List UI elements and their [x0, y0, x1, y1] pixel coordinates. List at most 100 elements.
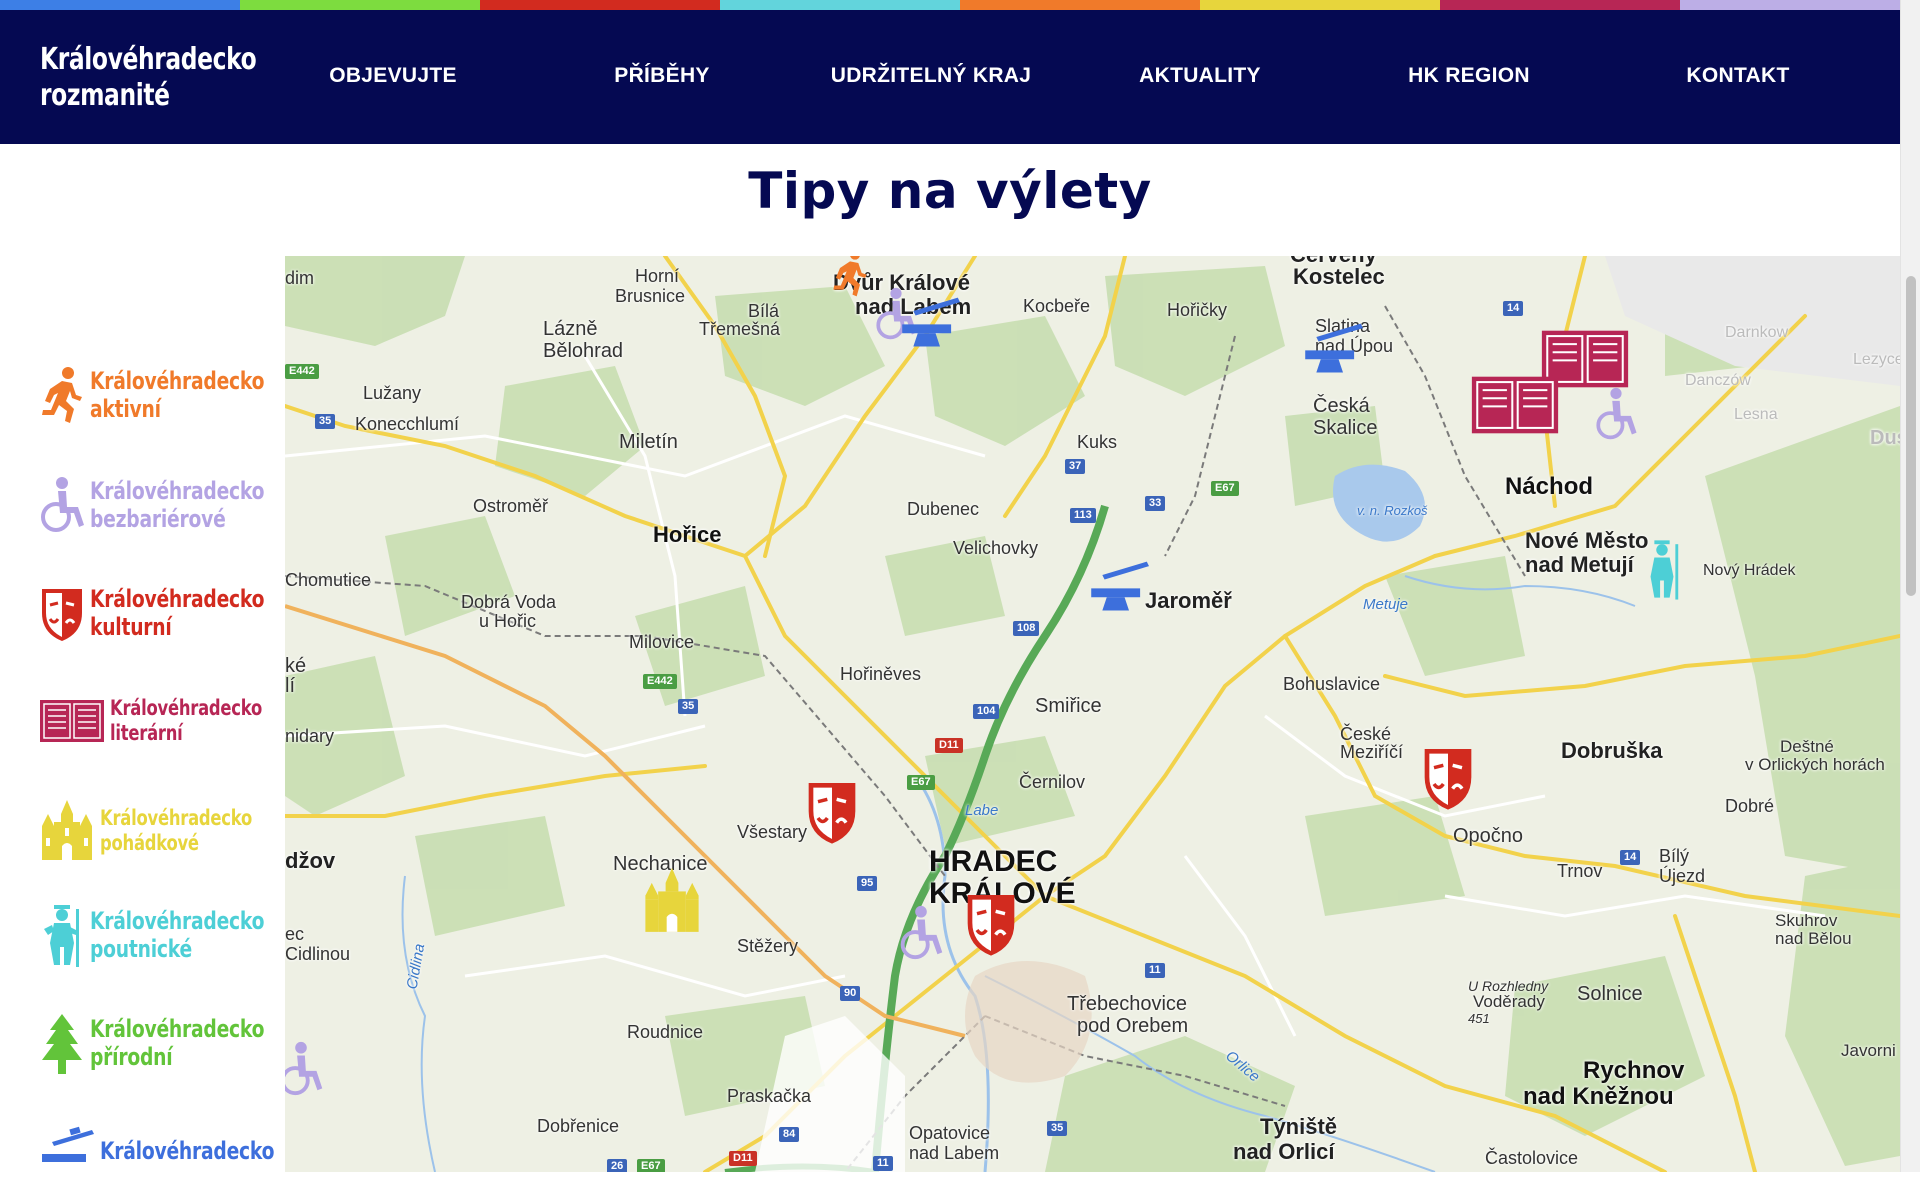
road-label: 95 [857, 876, 878, 891]
road-label: E67 [907, 775, 935, 790]
place-name: Bohuslavice [1283, 674, 1381, 694]
site-logo[interactable]: Královéhradecko rozmanité [40, 42, 257, 114]
nav-item-pribehy[interactable]: PŘÍBĚHY [614, 64, 709, 88]
place-name: Miletín [619, 431, 678, 453]
category-kulturni[interactable]: Královéhradecko kulturní [40, 578, 280, 648]
place-name: v Orlických horách [1745, 755, 1885, 774]
site-header: Královéhradecko rozmanité OBJEVUJTE PŘÍB… [0, 10, 1900, 144]
place-name: pod Orebem [1077, 1015, 1189, 1037]
place-name: nidary [285, 726, 335, 746]
logo-line-1: Královéhradecko [40, 42, 257, 77]
place-name: Náchod [1505, 473, 1594, 500]
category-label: Královéhradecko pohádkové [100, 806, 253, 855]
place-name: Horní [635, 266, 680, 286]
place-name: Javorni [1841, 1041, 1896, 1060]
place-name: Meziříčí [1340, 742, 1403, 762]
place-name: džov [285, 848, 336, 873]
pilgrim-icon [40, 904, 84, 967]
nav-item-aktuality[interactable]: AKTUALITY [1139, 64, 1261, 88]
road-label: 35 [678, 699, 699, 714]
place-name: Skalice [1313, 417, 1378, 439]
place-name: Trnov [1557, 861, 1603, 881]
place-name: Roudnice [627, 1022, 704, 1042]
place-name: Dobřenice [537, 1116, 620, 1136]
nav-item-hk-region[interactable]: HK REGION [1408, 64, 1530, 88]
category-label: Královéhradecko [100, 1137, 275, 1165]
category-label: Královéhradecko kulturní [90, 585, 265, 641]
category-label: Královéhradecko literární [110, 696, 263, 745]
category-prirodni[interactable]: Královéhradecko přírodní [40, 1008, 280, 1078]
road-label: 104 [973, 704, 1000, 719]
logo-line-2: rozmanité [40, 78, 170, 113]
road-label: E67 [1211, 481, 1239, 496]
category-remeslne[interactable]: Královéhradecko [40, 1116, 280, 1186]
category-bezbarierove[interactable]: Královéhradecko bezbariérové [40, 470, 280, 540]
place-name: Milovice [629, 632, 695, 652]
road-label: E442 [643, 674, 677, 689]
place-name: Hořiněves [840, 664, 922, 684]
place-name: Hořice [653, 522, 722, 547]
place-name: dim [285, 268, 315, 288]
place-name: Lezyce [1853, 351, 1900, 368]
road-label: D11 [935, 738, 963, 753]
place-name: Bílý [1659, 846, 1690, 866]
color-strip-segment [1680, 0, 1920, 10]
nav-item-kontakt[interactable]: KONTAKT [1686, 64, 1789, 88]
place-name: Týniště [1260, 1114, 1338, 1139]
category-label: Královéhradecko poutnické [90, 907, 265, 963]
place-name: Častolovice [1485, 1148, 1579, 1168]
place-name: Dubenec [907, 499, 980, 519]
road-label: 26 [607, 1159, 628, 1172]
top-color-strip [0, 0, 1920, 10]
category-literarni[interactable]: Královéhradecko literární [40, 686, 280, 756]
water-label: Metuje [1363, 596, 1409, 613]
place-name: Česká [1313, 395, 1370, 417]
castle-icon [40, 800, 94, 862]
place-name: nad Labem [909, 1143, 1000, 1163]
theatre-mask-icon [40, 582, 84, 644]
road-label: 108 [1013, 621, 1040, 636]
category-pohadkove[interactable]: Královéhradecko pohádkové [40, 796, 280, 866]
place-name: Rychnov [1583, 1057, 1685, 1084]
place-name: Lesna [1734, 406, 1778, 423]
open-book-icon [40, 690, 104, 752]
place-name: lí [285, 675, 295, 697]
place-name: Dobruška [1561, 738, 1663, 763]
color-strip-segment [960, 0, 1200, 10]
road-label: 113 [1070, 508, 1096, 523]
road-label: 84 [779, 1127, 800, 1142]
road-label: 11 [1145, 963, 1165, 978]
place-name: Cidlinou [285, 944, 351, 964]
place-name: nad Bělou [1775, 929, 1852, 948]
place-name: Kocbeře [1023, 296, 1091, 316]
trip-map[interactable]: E442 35 37 33 E67 113 108 104 D11 E67 E4… [285, 256, 1900, 1172]
place-name: Dusz [1870, 427, 1900, 449]
place-name: Praskačka [727, 1086, 812, 1106]
nav-item-objevujte[interactable]: OBJEVUJTE [329, 64, 457, 88]
place-name: Opočno [1453, 825, 1524, 847]
runner-icon [40, 364, 84, 426]
nav-item-udrzitelny-kraj[interactable]: UDRŽITELNÝ KRAJ [831, 64, 1032, 88]
place-name: Chomutice [285, 570, 372, 590]
place-name: Nový Hrádek [1703, 562, 1796, 579]
place-name: Hořičky [1167, 300, 1228, 320]
place-name: Lázně [543, 318, 598, 340]
water-label: v. n. Rozkoš [1357, 503, 1428, 518]
color-strip-segment [480, 0, 720, 10]
road-label: D11 [729, 1151, 757, 1166]
place-name: Třemešná [699, 319, 781, 339]
road-label: E442 [285, 364, 319, 379]
road-label: 11 [873, 1156, 893, 1171]
page-scrollbar[interactable] [1900, 0, 1920, 1172]
color-strip-segment [240, 0, 480, 10]
category-poutnicke[interactable]: Královéhradecko poutnické [40, 900, 280, 970]
scrollbar-thumb[interactable] [1906, 276, 1916, 596]
place-name: Danczów [1685, 372, 1751, 389]
category-label: Královéhradecko přírodní [90, 1015, 265, 1071]
place-name: nad Orlicí [1233, 1139, 1335, 1164]
color-strip-segment [720, 0, 960, 10]
category-aktivni[interactable]: Královéhradecko aktivní [40, 360, 280, 430]
place-name: Opatovice [909, 1123, 991, 1143]
place-name: 451 [1468, 1011, 1490, 1026]
place-name: Újezd [1659, 866, 1706, 886]
